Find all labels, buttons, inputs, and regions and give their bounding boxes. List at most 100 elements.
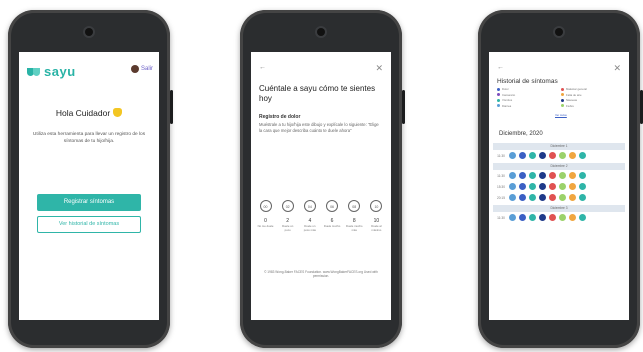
symptom-row[interactable]: 11:30: [493, 150, 625, 161]
legend-dot-icon: [497, 93, 500, 96]
symptom-dot-icon[interactable]: [519, 172, 526, 179]
symptom-row[interactable]: 11:30: [493, 212, 625, 223]
legend-label: Diarrea: [502, 103, 512, 108]
symptom-dot-icon[interactable]: [509, 152, 516, 159]
pain-face-option[interactable]: 08: [346, 200, 363, 212]
pain-face-icon[interactable]: 08: [348, 200, 361, 212]
pain-label: Duele mucho: [323, 224, 341, 228]
symptom-dot-icon[interactable]: [579, 172, 586, 179]
greeting-text: Hola Cuidador: [55, 108, 111, 118]
legend-item: Vómitos: [497, 98, 557, 102]
legend-label: Malestar general: [566, 87, 587, 91]
symptom-dots: [509, 172, 586, 179]
symptom-dot-icon[interactable]: [539, 183, 546, 190]
symptom-dot-icon[interactable]: [569, 183, 576, 190]
pain-face-option[interactable]: 02: [279, 200, 296, 212]
legend-item: Falta de aire: [561, 93, 621, 97]
pain-numbers: 0 2 4 6 8 10: [257, 218, 385, 224]
pain-face-icon[interactable]: 04: [303, 200, 316, 212]
pain-face-option[interactable]: 00: [257, 200, 274, 212]
row-time: 11:30: [497, 153, 505, 158]
phone-history: ← ✕ Historial de síntomas Dolor Malestar …: [478, 10, 643, 348]
camera: [85, 28, 93, 36]
pain-face-icon[interactable]: 06: [326, 200, 339, 212]
symptom-dot-icon[interactable]: [579, 183, 586, 190]
symptom-row[interactable]: 20:15: [493, 192, 625, 203]
symptom-dot-icon[interactable]: [529, 172, 536, 179]
symptom-dot-icon[interactable]: [529, 214, 536, 221]
symptom-dot-icon[interactable]: [539, 214, 546, 221]
logo-mark-icon: [27, 67, 41, 76]
symptom-dot-icon[interactable]: [579, 194, 586, 201]
symptom-dot-icon[interactable]: [559, 194, 566, 201]
legend-dot-icon: [497, 104, 500, 107]
pain-face-icon[interactable]: 00: [259, 200, 272, 212]
row-time: 11:30: [497, 173, 505, 178]
symptom-dot-icon[interactable]: [559, 214, 566, 221]
close-icon[interactable]: ✕: [375, 63, 383, 74]
symptom-dot-icon[interactable]: [549, 183, 556, 190]
pain-label: Duele mucho más: [346, 224, 363, 232]
symptom-dot-icon[interactable]: [579, 152, 586, 159]
symptom-dot-icon[interactable]: [529, 194, 536, 201]
symptom-dot-icon[interactable]: [549, 152, 556, 159]
symptom-dot-icon[interactable]: [509, 214, 516, 221]
legend-label: Dolor: [502, 87, 509, 91]
pain-face-option[interactable]: 10: [368, 200, 385, 212]
pain-face-icon[interactable]: 02: [281, 200, 294, 212]
symptom-dot-icon[interactable]: [559, 183, 566, 190]
row-time: 15:30: [497, 184, 505, 189]
topbar: ← ✕: [497, 63, 621, 74]
legend-dot-icon: [561, 104, 564, 107]
history-title: Historial de síntomas: [497, 78, 558, 85]
pain-label: Duele al máximo: [371, 224, 382, 232]
legend-dot-icon: [497, 87, 500, 91]
symptom-dot-icon[interactable]: [569, 194, 576, 201]
symptom-dot-icon[interactable]: [539, 194, 546, 201]
back-arrow-icon[interactable]: ←: [497, 64, 504, 71]
symptom-dot-icon[interactable]: [519, 152, 526, 159]
user-menu[interactable]: Salir: [130, 65, 153, 73]
legend-dot-icon: [561, 98, 564, 102]
symptom-dot-icon[interactable]: [519, 214, 526, 221]
symptom-dot-icon[interactable]: [529, 183, 536, 190]
symptom-dot-icon[interactable]: [509, 183, 516, 190]
greeting-heading: Hola Cuidador: [19, 108, 159, 118]
symptom-dot-icon[interactable]: [539, 172, 546, 179]
close-icon[interactable]: ✕: [613, 63, 621, 74]
pain-face-option[interactable]: 06: [324, 200, 341, 212]
legend-link[interactable]: Ver todos: [555, 113, 567, 117]
symptom-dot-icon[interactable]: [559, 172, 566, 179]
symptom-dot-icon[interactable]: [509, 194, 516, 201]
pain-label: Duele un poco más: [303, 224, 316, 232]
symptom-dot-icon[interactable]: [549, 214, 556, 221]
symptom-legend: Dolor Malestar general Cansancio Falta de a…: [497, 87, 621, 108]
symptom-dot-icon[interactable]: [559, 152, 566, 159]
legend-label: Vómitos: [502, 98, 513, 102]
legend-label: Náuseas: [566, 98, 578, 102]
copyright-footer: © 1983 Wong-Baker FACES Foundation. www.…: [264, 270, 378, 279]
symptom-dot-icon[interactable]: [579, 214, 586, 221]
symptom-dot-icon[interactable]: [569, 152, 576, 159]
symptom-dot-icon[interactable]: [569, 214, 576, 221]
symptom-row[interactable]: 15:30: [493, 181, 625, 192]
symptom-row[interactable]: 11:30: [493, 170, 625, 181]
pain-face-option[interactable]: 04: [301, 200, 318, 212]
pain-face-icon[interactable]: 10: [370, 200, 383, 212]
register-symptoms-button[interactable]: Registrar síntomas: [37, 194, 141, 211]
screen-home: sayu Salir Hola Cuidador Utiliza esta he…: [19, 52, 159, 320]
symptom-dot-icon[interactable]: [569, 172, 576, 179]
symptom-dot-icon[interactable]: [509, 172, 516, 179]
back-arrow-icon[interactable]: ←: [259, 64, 266, 71]
symptom-dot-icon[interactable]: [529, 152, 536, 159]
symptom-dot-icon[interactable]: [549, 172, 556, 179]
symptom-dot-icon[interactable]: [519, 183, 526, 190]
question-title: Cuéntale a sayu cómo te sientes hoy: [259, 84, 376, 103]
logout-link[interactable]: Salir: [141, 66, 153, 72]
symptom-dot-icon[interactable]: [539, 152, 546, 159]
legend-dot-icon: [561, 93, 564, 96]
symptom-dot-icon[interactable]: [549, 194, 556, 201]
view-history-button[interactable]: Ver historial de síntomas: [37, 216, 141, 233]
symptom-dot-icon[interactable]: [519, 194, 526, 201]
day-header: Diciembre 3: [493, 205, 625, 212]
